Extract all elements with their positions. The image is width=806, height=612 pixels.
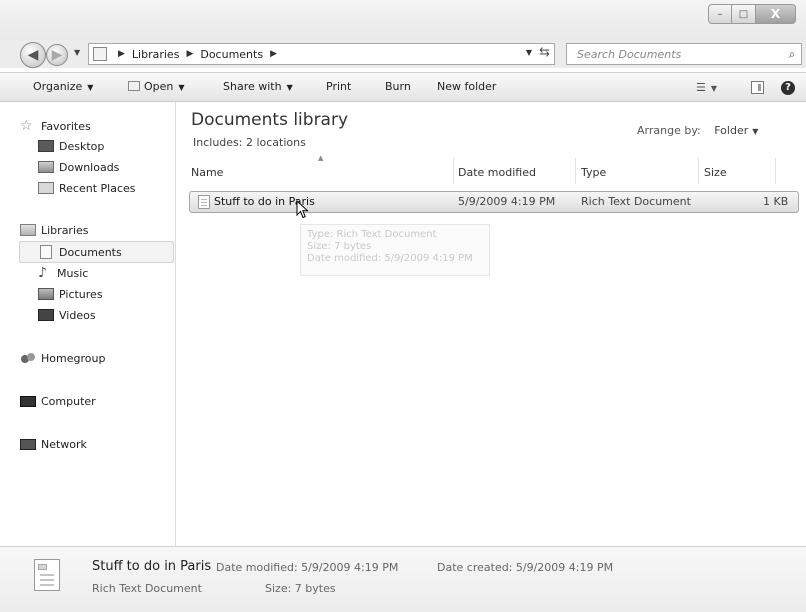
back-arrow-icon: ◀ <box>27 47 39 63</box>
network-icon <box>20 438 36 450</box>
back-button[interactable]: ◀ <box>20 42 46 68</box>
open-app-icon <box>128 81 140 91</box>
chevron-down-icon: ▼ <box>286 83 293 92</box>
rich-text-document-icon <box>198 195 210 209</box>
close-button[interactable]: X <box>756 4 796 24</box>
documents-icon <box>40 245 52 259</box>
address-bar[interactable]: ▶ Libraries ▶ Documents ▶ ▼ ⇆ <box>88 43 555 65</box>
details-date-created: Date created: 5/9/2009 4:19 PM <box>437 561 614 574</box>
arrange-by-label: Arrange by: <box>637 124 701 137</box>
tooltip-date-modified: Date modified: 5/9/2009 4:19 PM <box>307 253 473 264</box>
minimize-button[interactable]: – <box>708 4 732 24</box>
breadcrumb-arrow-icon: ▶ <box>270 49 277 59</box>
navigation-pane: ☆ Favorites Desktop Downloads Recent Plac… <box>0 102 176 546</box>
column-divider[interactable] <box>775 158 776 184</box>
explorer-window: – □ X ◀ ▶ ▼ ▶ Libraries ▶ Documents ▶ ▼ ⇆ … <box>0 0 806 612</box>
address-row: ◀ ▶ ▼ ▶ Libraries▶ Documents▶ ▼ ⇆ ⌕ <box>0 40 806 68</box>
column-header-date-modified[interactable]: Date modified <box>458 161 536 183</box>
videos-icon <box>38 309 54 321</box>
nav-pictures[interactable]: Pictures <box>38 284 103 304</box>
arrange-by-dropdown[interactable]: Folder ▼ <box>714 124 758 137</box>
nav-libraries[interactable]: Libraries <box>20 220 89 240</box>
title-bar: – □ X <box>0 0 806 40</box>
nav-music[interactable]: ♪ Music <box>38 263 88 283</box>
music-note-icon: ♪ <box>38 265 47 281</box>
nav-desktop[interactable]: Desktop <box>38 136 104 156</box>
pictures-icon <box>38 288 54 300</box>
chevron-down-icon: ▼ <box>752 127 759 136</box>
library-folder-icon <box>93 47 107 61</box>
new-folder-button[interactable]: New folder <box>437 80 496 93</box>
breadcrumb-root-separator[interactable]: ▶ <box>111 49 132 59</box>
desktop-icon <box>38 140 54 152</box>
breadcrumb-arrow-icon: ▶ <box>118 49 125 59</box>
chevron-down-icon: ▼ <box>178 83 185 92</box>
chevron-down-icon: ▼ <box>87 83 94 92</box>
libraries-icon <box>20 224 36 236</box>
details-file-name: Stuff to do in Paris <box>92 559 212 574</box>
change-view-button[interactable]: ☰ ▼ <box>696 81 717 94</box>
document-thumbnail-icon <box>34 559 60 591</box>
print-button[interactable]: Print <box>326 80 351 93</box>
arrange-by: Arrange by: Folder ▼ <box>637 124 758 137</box>
downloads-folder-icon <box>38 161 54 173</box>
breadcrumb-documents[interactable]: Documents ▶ <box>200 48 284 61</box>
open-button[interactable]: Open ▼ <box>128 80 185 93</box>
nav-favorites[interactable]: ☆ Favorites <box>20 116 91 136</box>
column-divider[interactable] <box>453 158 454 184</box>
column-header-type[interactable]: Type <box>581 161 606 183</box>
tooltip-size: Size: 7 bytes <box>307 241 372 252</box>
column-divider[interactable] <box>698 158 699 184</box>
nav-homegroup[interactable]: Homegroup <box>20 348 105 368</box>
library-locations-link[interactable]: Includes: 2 locations <box>193 136 306 149</box>
file-size: 1 KB <box>763 195 789 208</box>
nav-downloads[interactable]: Downloads <box>38 157 119 177</box>
nav-network[interactable]: Network <box>20 434 87 454</box>
help-icon[interactable]: ? <box>781 81 795 95</box>
recent-places-icon <box>38 182 54 194</box>
nav-videos[interactable]: Videos <box>38 305 96 325</box>
forward-button[interactable]: ▶ <box>46 44 68 66</box>
view-list-icon: ☰ <box>696 81 706 94</box>
column-divider[interactable] <box>575 158 576 184</box>
sort-ascending-icon: ▲ <box>318 154 324 162</box>
breadcrumb-libraries[interactable]: Libraries ▶ <box>132 48 200 61</box>
library-title: Documents library <box>191 110 349 130</box>
computer-icon <box>20 395 36 407</box>
breadcrumb-arrow-icon: ▶ <box>186 49 194 59</box>
details-date-modified: Date modified: 5/9/2009 4:19 PM <box>216 561 399 574</box>
mouse-pointer-icon <box>296 200 309 219</box>
file-type: Rich Text Document <box>581 195 691 208</box>
nav-recent-places[interactable]: Recent Places <box>38 178 136 198</box>
column-header-size[interactable]: Size <box>704 161 727 183</box>
details-pane: Stuff to do in Paris Rich Text Document … <box>0 546 806 612</box>
burn-button[interactable]: Burn <box>385 80 411 93</box>
share-with-menu[interactable]: Share with ▼ <box>223 80 293 93</box>
file-list-pane: Documents library Includes: 2 locations … <box>177 102 806 546</box>
homegroup-icon <box>20 350 36 366</box>
tooltip-type: Type: Rich Text Document <box>307 229 437 240</box>
file-row[interactable]: Stuff to do in Paris 5/9/2009 4:19 PM Ri… <box>189 191 799 213</box>
preview-pane-icon[interactable] <box>751 81 764 94</box>
address-history-dropdown-icon[interactable]: ▼ <box>526 48 532 57</box>
maximize-button[interactable]: □ <box>732 4 756 24</box>
refresh-icon[interactable]: ⇆ <box>539 45 550 60</box>
star-icon: ☆ <box>20 118 33 134</box>
organize-menu[interactable]: Organize ▼ <box>33 80 93 93</box>
nav-computer[interactable]: Computer <box>20 391 96 411</box>
search-icon[interactable]: ⌕ <box>783 47 801 62</box>
window-controls: – □ X <box>708 4 796 24</box>
file-info-tooltip: Type: Rich Text Document Size: 7 bytes D… <box>300 224 490 276</box>
nav-documents[interactable]: Documents <box>38 242 122 262</box>
file-date-modified: 5/9/2009 4:19 PM <box>458 195 556 208</box>
search-input[interactable] <box>567 45 783 63</box>
chevron-down-icon: ▼ <box>710 84 718 93</box>
recent-pages-dropdown-icon[interactable]: ▼ <box>74 48 80 57</box>
column-header-name[interactable]: Name <box>191 161 223 183</box>
details-file-type: Rich Text Document <box>92 582 202 595</box>
details-size: Size: 7 bytes <box>265 582 336 595</box>
command-bar: Organize ▼ Open ▼ Share with ▼ Print Burn N… <box>0 72 806 102</box>
forward-arrow-icon: ▶ <box>51 47 63 63</box>
search-box: ⌕ <box>566 43 802 65</box>
